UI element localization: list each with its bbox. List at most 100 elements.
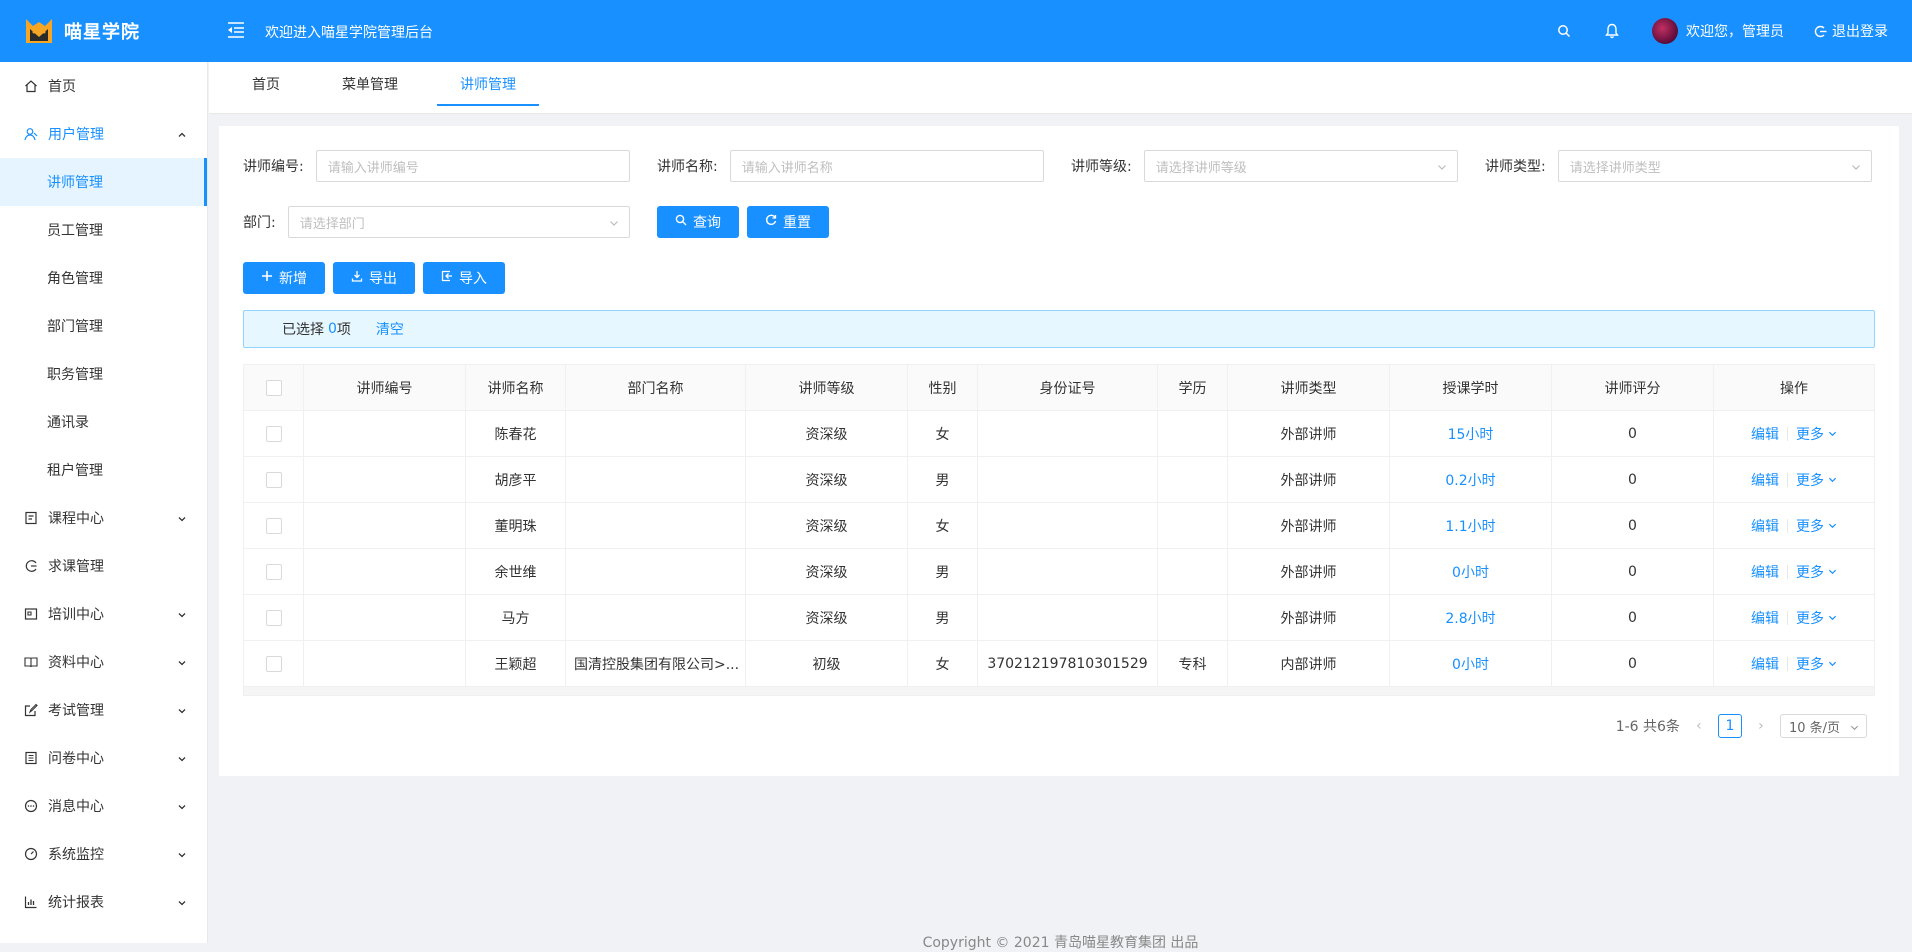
sidebar-item-survey-center[interactable]: 问卷中心 bbox=[0, 734, 207, 782]
sidebar-item-resource-center[interactable]: 资料中心 bbox=[0, 638, 207, 686]
more-dropdown[interactable]: 更多 bbox=[1796, 608, 1837, 628]
column-header: 身份证号 bbox=[978, 365, 1158, 410]
lecturer-type-label: 讲师类型: bbox=[1485, 159, 1546, 175]
cell-score: 0 bbox=[1552, 503, 1714, 548]
clear-selection-link[interactable]: 清空 bbox=[376, 319, 404, 339]
sidebar-item-label: 用户管理 bbox=[48, 127, 104, 143]
chevron-down-icon bbox=[1828, 656, 1837, 672]
department-select[interactable]: 请选择部门 bbox=[287, 206, 630, 238]
download-icon bbox=[351, 270, 363, 286]
sidebar-item-tenant-management[interactable]: 租户管理 bbox=[0, 446, 207, 494]
sidebar-item-employee-management[interactable]: 员工管理 bbox=[0, 206, 207, 254]
user-greeting[interactable]: 欢迎您，管理员 bbox=[1686, 21, 1784, 41]
table-row: 余世维 资深级男 外部讲师 0小时 0 编辑 更多 bbox=[244, 549, 1874, 595]
next-page-icon[interactable]: › bbox=[1752, 715, 1770, 737]
row-checkbox[interactable] bbox=[265, 609, 282, 626]
edit-link[interactable]: 编辑 bbox=[1751, 608, 1779, 628]
more-dropdown[interactable]: 更多 bbox=[1796, 516, 1837, 536]
logout-icon[interactable] bbox=[1812, 21, 1828, 41]
sidebar-item-statistics-reports[interactable]: 统计报表 bbox=[0, 878, 207, 926]
tab-home[interactable]: 首页 bbox=[229, 62, 303, 114]
sidebar-item-user-management[interactable]: 用户管理 bbox=[0, 110, 207, 158]
sidebar: 首页 用户管理 讲师管理 员工管理 角色管理 部门管理 职务管理 通讯录 租户管… bbox=[0, 62, 208, 943]
sidebar-item-system-monitor[interactable]: 系统监控 bbox=[0, 830, 207, 878]
table-row: 胡彦平 资深级男 外部讲师 0.2小时 0 编辑 更多 bbox=[244, 457, 1874, 503]
cell-level: 资深级 bbox=[746, 595, 908, 640]
sidebar-item-home[interactable]: 首页 bbox=[0, 62, 207, 110]
edit-link[interactable]: 编辑 bbox=[1751, 424, 1779, 444]
cell-type: 内部讲师 bbox=[1228, 641, 1390, 686]
sidebar-item-course-center[interactable]: 课程中心 bbox=[0, 494, 207, 542]
sidebar-item-department-management[interactable]: 部门管理 bbox=[0, 302, 207, 350]
sidebar-item-exam-management[interactable]: 考试管理 bbox=[0, 686, 207, 734]
lecturer-level-label: 讲师等级: bbox=[1071, 159, 1132, 175]
cell-level: 初级 bbox=[746, 641, 908, 686]
row-checkbox[interactable] bbox=[265, 563, 282, 580]
more-dropdown[interactable]: 更多 bbox=[1796, 654, 1837, 674]
bell-icon[interactable] bbox=[1602, 21, 1622, 41]
select-all-checkbox[interactable] bbox=[265, 379, 282, 396]
pagination-summary: 1-6 共6条 bbox=[1615, 719, 1680, 735]
chevron-down-icon bbox=[609, 217, 619, 227]
sidebar-item-position-management[interactable]: 职务管理 bbox=[0, 350, 207, 398]
cell-name: 王颖超 bbox=[466, 641, 566, 686]
more-dropdown[interactable]: 更多 bbox=[1796, 562, 1837, 582]
request-icon bbox=[24, 559, 38, 573]
column-header: 学历 bbox=[1158, 365, 1228, 410]
tab-lecturer-management[interactable]: 讲师管理 bbox=[437, 62, 539, 114]
table-row: 陈春花 资深级女 外部讲师 15小时 0 编辑 更多 bbox=[244, 411, 1874, 457]
cell-code bbox=[304, 411, 466, 456]
lecturer-name-input[interactable]: 请输入讲师名称 bbox=[729, 150, 1044, 182]
exam-icon bbox=[24, 703, 38, 717]
sidebar-item-training-center[interactable]: 培训中心 bbox=[0, 590, 207, 638]
sidebar-item-label: 系统监控 bbox=[48, 847, 104, 863]
page-size-select[interactable]: 10 条/页 bbox=[1779, 714, 1867, 738]
sidebar-item-contacts[interactable]: 通讯录 bbox=[0, 398, 207, 446]
cell-dept bbox=[566, 549, 746, 594]
edit-link[interactable]: 编辑 bbox=[1751, 470, 1779, 490]
edit-link[interactable]: 编辑 bbox=[1751, 654, 1779, 674]
sidebar-item-course-request[interactable]: 求课管理 bbox=[0, 542, 207, 590]
import-button[interactable]: 导入 bbox=[423, 262, 505, 294]
row-checkbox[interactable] bbox=[265, 655, 282, 672]
search-icon[interactable] bbox=[1554, 21, 1574, 41]
avatar[interactable] bbox=[1652, 18, 1678, 44]
lecturer-code-input[interactable]: 请输入讲师编号 bbox=[315, 150, 630, 182]
menu-fold-icon[interactable] bbox=[226, 20, 246, 40]
tab-menu-management[interactable]: 菜单管理 bbox=[319, 62, 421, 114]
lecturer-level-select[interactable]: 请选择讲师等级 bbox=[1143, 150, 1458, 182]
more-dropdown[interactable]: 更多 bbox=[1796, 470, 1837, 490]
sidebar-item-role-management[interactable]: 角色管理 bbox=[0, 254, 207, 302]
prev-page-icon[interactable]: ‹ bbox=[1690, 715, 1708, 737]
sidebar-item-message-center[interactable]: 消息中心 bbox=[0, 782, 207, 830]
edit-link[interactable]: 编辑 bbox=[1751, 516, 1779, 536]
row-checkbox[interactable] bbox=[265, 425, 282, 442]
search-icon bbox=[675, 214, 687, 230]
chart-icon bbox=[24, 895, 38, 909]
row-checkbox[interactable] bbox=[265, 517, 282, 534]
edit-link[interactable]: 编辑 bbox=[1751, 562, 1779, 582]
more-dropdown[interactable]: 更多 bbox=[1796, 424, 1837, 444]
add-button[interactable]: 新增 bbox=[243, 262, 325, 294]
lecturer-type-select[interactable]: 请选择讲师类型 bbox=[1557, 150, 1872, 182]
cell-name: 胡彦平 bbox=[466, 457, 566, 502]
selection-suffix: 项 bbox=[336, 322, 351, 338]
cell-id: 370212197810301529 bbox=[978, 641, 1158, 686]
reset-button[interactable]: 重置 bbox=[747, 206, 829, 238]
selection-prefix: 已选择 bbox=[282, 322, 324, 338]
message-icon bbox=[24, 799, 38, 813]
logout-button[interactable]: 退出登录 bbox=[1832, 21, 1888, 41]
cell-gender: 女 bbox=[908, 641, 978, 686]
export-button[interactable]: 导出 bbox=[333, 262, 415, 294]
page-number[interactable]: 1 bbox=[1717, 714, 1742, 738]
cell-level: 资深级 bbox=[746, 411, 908, 456]
sidebar-item-label: 课程中心 bbox=[48, 511, 104, 527]
horizontal-scrollbar[interactable] bbox=[244, 687, 1874, 695]
cell-id bbox=[978, 503, 1158, 548]
sidebar-item-lecturer-management[interactable]: 讲师管理 bbox=[0, 158, 207, 206]
divider bbox=[1787, 564, 1788, 579]
column-header: 讲师名称 bbox=[466, 365, 566, 410]
cell-edu bbox=[1158, 503, 1228, 548]
search-button[interactable]: 查询 bbox=[657, 206, 739, 238]
row-checkbox[interactable] bbox=[265, 471, 282, 488]
